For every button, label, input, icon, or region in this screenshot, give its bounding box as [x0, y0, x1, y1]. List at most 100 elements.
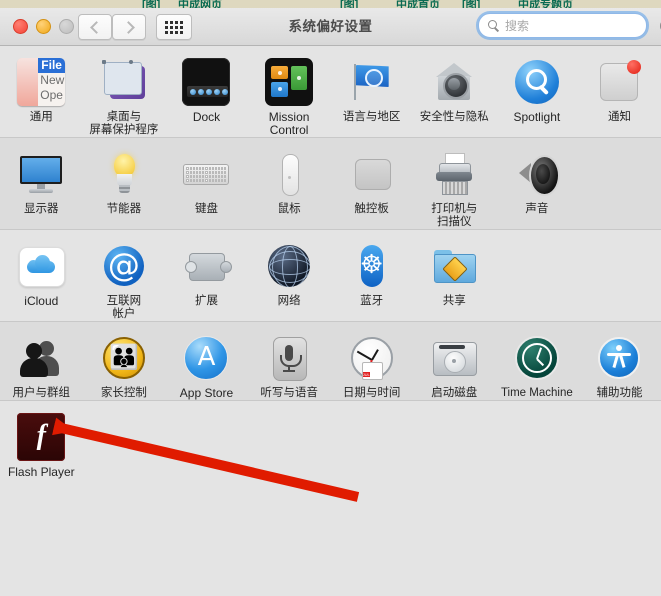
- pref-pane-sharing[interactable]: 共享: [413, 230, 496, 321]
- minimize-button-icon[interactable]: [36, 19, 51, 34]
- forward-button[interactable]: [112, 14, 146, 40]
- pref-pane-label: 声音: [525, 203, 548, 216]
- zoom-button-icon[interactable]: [59, 19, 74, 34]
- displays-icon: [17, 150, 65, 198]
- pref-pane-trackpad[interactable]: 触控板: [330, 138, 413, 229]
- pref-pane-time-machine[interactable]: Time Machine: [496, 322, 579, 400]
- pref-pane-label: 显示器: [24, 203, 59, 216]
- traffic-lights: [13, 19, 74, 34]
- pref-pane-label: 互联网 帐户: [107, 295, 142, 321]
- search-input[interactable]: [505, 19, 660, 33]
- mission-control-icon: [265, 58, 313, 106]
- general-icon: File New Ope: [17, 58, 65, 106]
- pref-pane-notifications[interactable]: 通知: [578, 46, 661, 137]
- pref-pane-label: Flash Player: [8, 466, 75, 479]
- pref-pane-network[interactable]: 网络: [248, 230, 331, 321]
- pref-pane-label: App Store: [180, 387, 233, 400]
- pane-row: iCloud @ 互联网 帐户 扩展 网络: [0, 230, 661, 322]
- pref-pane-label: 安全性与隐私: [420, 111, 489, 124]
- pref-pane-printers-scanners[interactable]: 打印机与 扫描仪: [413, 138, 496, 229]
- spotlight-icon: [513, 58, 561, 106]
- calendar-month-label: JUL: [363, 372, 370, 377]
- pref-pane-accessibility[interactable]: 辅助功能: [578, 322, 661, 400]
- pref-pane-label: 家长控制: [101, 387, 147, 400]
- sound-icon: [513, 150, 561, 198]
- pref-pane-app-store[interactable]: A App Store: [165, 322, 248, 400]
- pref-pane-label: Spotlight: [514, 111, 561, 124]
- pref-pane-energy-saver[interactable]: 节能器: [83, 138, 166, 229]
- pref-pane-flash-player[interactable]: f Flash Player: [0, 401, 83, 479]
- users-groups-icon: [17, 334, 65, 382]
- pref-pane-mouse[interactable]: 鼠标: [248, 138, 331, 229]
- flash-glyph: f: [17, 413, 65, 461]
- security-privacy-icon: [430, 58, 478, 106]
- back-button[interactable]: [78, 14, 112, 40]
- pref-pane-label: 触控板: [354, 203, 389, 216]
- close-button-icon[interactable]: [13, 19, 28, 34]
- pref-pane-label: 蓝牙: [360, 295, 383, 308]
- pref-pane-extensions[interactable]: 扩展: [165, 230, 248, 321]
- pref-pane-icloud[interactable]: iCloud: [0, 230, 83, 321]
- internet-accounts-icon: @: [100, 242, 148, 290]
- pref-pane-label: Dock: [193, 111, 220, 124]
- pref-pane-label: 日期与时间: [343, 387, 401, 400]
- icloud-icon: [17, 242, 65, 290]
- pref-pane-label: 通知: [608, 111, 631, 124]
- pref-pane-displays[interactable]: 显示器: [0, 138, 83, 229]
- pref-pane-general[interactable]: File New Ope 通用: [0, 46, 83, 137]
- notifications-icon: [595, 58, 643, 106]
- chevron-right-icon: [122, 21, 135, 34]
- pref-pane-label: 键盘: [195, 203, 218, 216]
- pref-pane-label: 用户与群组: [13, 387, 71, 400]
- desktop-screensaver-icon: [100, 58, 148, 106]
- pref-pane-internet-accounts[interactable]: @ 互联网 帐户: [83, 230, 166, 321]
- pref-pane-keyboard[interactable]: 键盘: [165, 138, 248, 229]
- network-icon: [265, 242, 313, 290]
- preference-pane-grid: File New Ope 通用 桌面与 屏幕保护程序 Dock: [0, 46, 661, 479]
- pref-pane-desktop-screensaver[interactable]: 桌面与 屏幕保护程序: [83, 46, 166, 137]
- pref-pane-spotlight[interactable]: Spotlight: [496, 46, 579, 137]
- dictation-speech-icon: [265, 334, 313, 382]
- search-icon: [488, 20, 500, 32]
- date-time-icon: JUL 18: [348, 334, 396, 382]
- pane-row: f Flash Player: [0, 401, 661, 479]
- bluetooth-icon: ☸: [348, 242, 396, 290]
- pane-row: 用户与群组 👪 家长控制 A App Store 听写与语音: [0, 322, 661, 401]
- pref-pane-language-region[interactable]: 语言与地区: [330, 46, 413, 137]
- pref-pane-dictation-speech[interactable]: 听写与语音: [248, 322, 331, 400]
- pane-row: 显示器 节能器 键盘: [0, 138, 661, 230]
- sharing-icon: [430, 242, 478, 290]
- language-region-icon: [348, 58, 396, 106]
- extensions-icon: [182, 242, 230, 290]
- pref-pane-date-time[interactable]: JUL 18 日期与时间: [330, 322, 413, 400]
- pref-pane-bluetooth[interactable]: ☸ 蓝牙: [330, 230, 413, 321]
- general-icon-text: New: [40, 73, 64, 87]
- pref-pane-label: iCloud: [24, 295, 58, 308]
- pref-pane-users-groups[interactable]: 用户与群组: [0, 322, 83, 400]
- pref-pane-label: 通用: [30, 111, 53, 124]
- pref-pane-sound[interactable]: 声音: [496, 138, 579, 229]
- pref-pane-label: 鼠标: [278, 203, 301, 216]
- window-toolbar: 系统偏好设置 ✕: [0, 8, 661, 46]
- pref-pane-label: 听写与语音: [260, 387, 318, 400]
- chevron-left-icon: [90, 21, 103, 34]
- pref-pane-security-privacy[interactable]: 安全性与隐私: [413, 46, 496, 137]
- trackpad-icon: [348, 150, 396, 198]
- show-all-button[interactable]: [156, 14, 192, 40]
- keyboard-icon: [182, 150, 230, 198]
- app-store-icon: A: [182, 334, 230, 382]
- search-field[interactable]: ✕: [478, 13, 647, 38]
- pref-pane-dock[interactable]: Dock: [165, 46, 248, 137]
- pref-pane-mission-control[interactable]: Mission Control: [248, 46, 331, 137]
- parental-controls-icon: 👪: [100, 334, 148, 382]
- pref-pane-startup-disk[interactable]: 启动磁盘: [413, 322, 496, 400]
- pref-pane-label: 打印机与 扫描仪: [431, 203, 477, 229]
- pref-pane-parental-controls[interactable]: 👪 家长控制: [83, 322, 166, 400]
- pref-pane-label: 扩展: [195, 295, 218, 308]
- mouse-icon: [265, 150, 313, 198]
- startup-disk-icon: [430, 334, 478, 382]
- pane-row: File New Ope 通用 桌面与 屏幕保护程序 Dock: [0, 46, 661, 138]
- pref-pane-label: Mission Control: [269, 111, 310, 137]
- grid-dots-icon: [165, 21, 183, 34]
- system-preferences-window: 系统偏好设置 ✕ File New Ope 通用: [0, 8, 661, 596]
